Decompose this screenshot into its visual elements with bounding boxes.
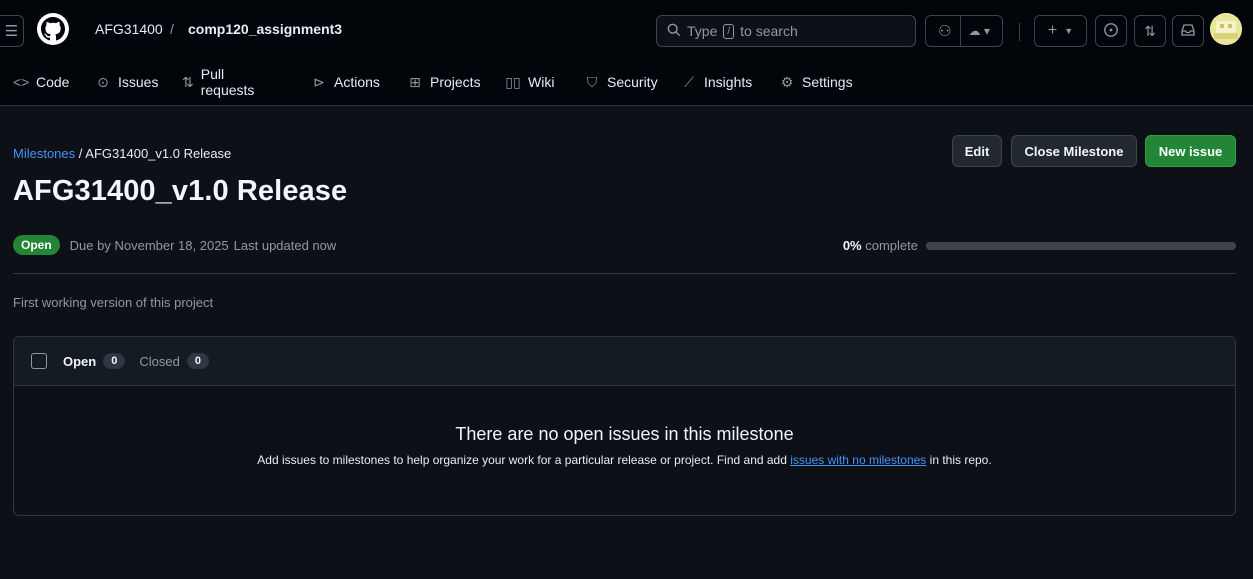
issues-box: Open 0 Closed 0 There are no open issues… <box>13 336 1236 516</box>
breadcrumb-current: AFG31400_v1.0 Release <box>85 146 232 161</box>
search-shortcut-key: / <box>723 23 735 39</box>
code-icon: <> <box>13 74 30 90</box>
repo-nav: <> Code ⊙ Issues ⇅ Pull requests ⊳ Actio… <box>0 62 1253 102</box>
issue-opened-icon: ⊙ <box>97 73 109 90</box>
breadcrumb-separator: / <box>78 146 83 161</box>
empty-state-text-after: in this repo. <box>929 453 992 467</box>
last-updated: Last updated now <box>233 237 337 253</box>
gear-icon: ⚙ <box>780 73 794 90</box>
inbox-icon <box>1180 22 1196 41</box>
milestones-link[interactable]: Milestones <box>13 146 75 161</box>
tab-label: Issues <box>118 74 159 90</box>
book-icon: ▯▯ <box>505 73 521 90</box>
tab-label: Security <box>607 74 658 90</box>
copilot-menu-icon: ☁ ▾ <box>968 24 990 38</box>
git-pull-request-icon: ⇅ <box>182 73 194 90</box>
closed-filter-label: Closed <box>139 353 180 369</box>
tab-actions[interactable]: ⊳ Actions <box>311 74 380 91</box>
issues-button[interactable] <box>1095 15 1127 47</box>
tab-label: Projects <box>430 74 481 90</box>
search-placeholder-prefix: Type <box>687 23 718 39</box>
tab-label: Insights <box>704 74 753 90</box>
tab-code[interactable]: <> Code <box>13 74 69 90</box>
progress-complete-text: complete <box>865 238 918 253</box>
button-divider <box>959 16 961 46</box>
issues-no-milestone-link[interactable]: issues with no milestones <box>790 453 926 467</box>
search-placeholder-suffix: to search <box>740 23 798 39</box>
issue-opened-icon <box>1103 22 1119 41</box>
milestone-meta: Open Due by November 18, 2025 Last updat… <box>13 233 1236 257</box>
empty-state-text-before: Add issues to milestones to help organiz… <box>257 453 787 467</box>
empty-state-title: There are no open issues in this milesto… <box>455 424 794 444</box>
shield-icon: ⛉ <box>586 73 598 90</box>
closed-filter[interactable]: Closed 0 <box>139 353 209 369</box>
copilot-button[interactable]: ⚇ ☁ ▾ <box>925 15 1003 47</box>
create-new-button[interactable]: + ▼ <box>1034 15 1087 47</box>
search-input[interactable]: Type / to search <box>656 15 916 47</box>
table-icon: ⊞ <box>409 73 421 90</box>
due-date: Due by November 18, 2025 <box>69 237 229 253</box>
progress-percent: 0% <box>842 238 862 253</box>
milestone-progress: 0% complete <box>843 238 1236 253</box>
tab-label: Wiki <box>528 74 555 90</box>
inbox-button[interactable] <box>1172 15 1204 47</box>
tab-issues[interactable]: ⊙ Issues <box>95 74 158 91</box>
progress-label: 0% complete <box>843 238 918 253</box>
progress-bar <box>926 241 1236 250</box>
page-title: AFG31400_v1.0 Release <box>13 175 348 207</box>
header-divider <box>1019 23 1020 41</box>
close-milestone-button[interactable]: Close Milestone <box>1011 135 1137 167</box>
tab-pull-requests[interactable]: ⇅ Pull requests <box>182 66 259 98</box>
status-badge: Open <box>13 235 60 255</box>
github-logo-icon[interactable] <box>37 13 69 45</box>
issues-box-header: Open 0 Closed 0 <box>14 337 1235 386</box>
plus-icon: + <box>1047 22 1058 39</box>
open-count: 0 <box>103 353 126 369</box>
git-pull-request-icon: ⇅ <box>1144 22 1156 39</box>
menu-icon[interactable]: ☰ <box>0 15 24 47</box>
milestone-description: First working version of this project <box>13 295 214 310</box>
divider <box>13 273 1236 274</box>
breadcrumb-separator: / <box>170 21 174 37</box>
open-filter-label: Open <box>63 353 97 369</box>
repo-name-link[interactable]: comp120_assignment3 <box>188 21 342 37</box>
tab-projects[interactable]: ⊞ Projects <box>407 73 481 91</box>
breadcrumb: Milestones / AFG31400_v1.0 Release <box>13 146 231 161</box>
empty-state: There are no open issues in this milesto… <box>14 386 1235 467</box>
edit-button[interactable]: Edit <box>952 135 1002 167</box>
graph-icon: ⟋ <box>684 73 694 90</box>
tab-insights[interactable]: ⟋ Insights <box>681 74 752 91</box>
tab-label: Code <box>36 74 70 90</box>
tab-label: Actions <box>334 74 380 90</box>
copilot-icon: ⚇ <box>938 23 952 40</box>
select-all-checkbox[interactable] <box>31 353 47 369</box>
global-header: ☰ AFG31400 / comp120_assignment3 Type / … <box>0 0 1253 106</box>
search-icon <box>667 23 681 40</box>
header-top-row: ☰ AFG31400 / comp120_assignment3 Type / … <box>0 11 1253 51</box>
tab-label: Pull requests <box>200 66 255 98</box>
closed-count: 0 <box>186 353 209 369</box>
repo-owner-link[interactable]: AFG31400 <box>95 21 163 37</box>
tab-label: Settings <box>802 74 853 90</box>
tab-security[interactable]: ⛉ Security <box>584 74 658 91</box>
open-filter[interactable]: Open 0 <box>63 353 126 369</box>
tab-settings[interactable]: ⚙ Settings <box>779 74 853 91</box>
new-issue-button[interactable]: New issue <box>1145 135 1236 167</box>
play-icon: ⊳ <box>313 73 325 90</box>
empty-state-text: Add issues to milestones to help organiz… <box>14 453 1235 467</box>
tab-wiki[interactable]: ▯▯ Wiki <box>505 74 554 91</box>
pull-requests-button[interactable]: ⇅ <box>1134 15 1166 47</box>
chevron-down-icon: ▼ <box>1064 26 1074 36</box>
avatar[interactable] <box>1210 13 1242 45</box>
